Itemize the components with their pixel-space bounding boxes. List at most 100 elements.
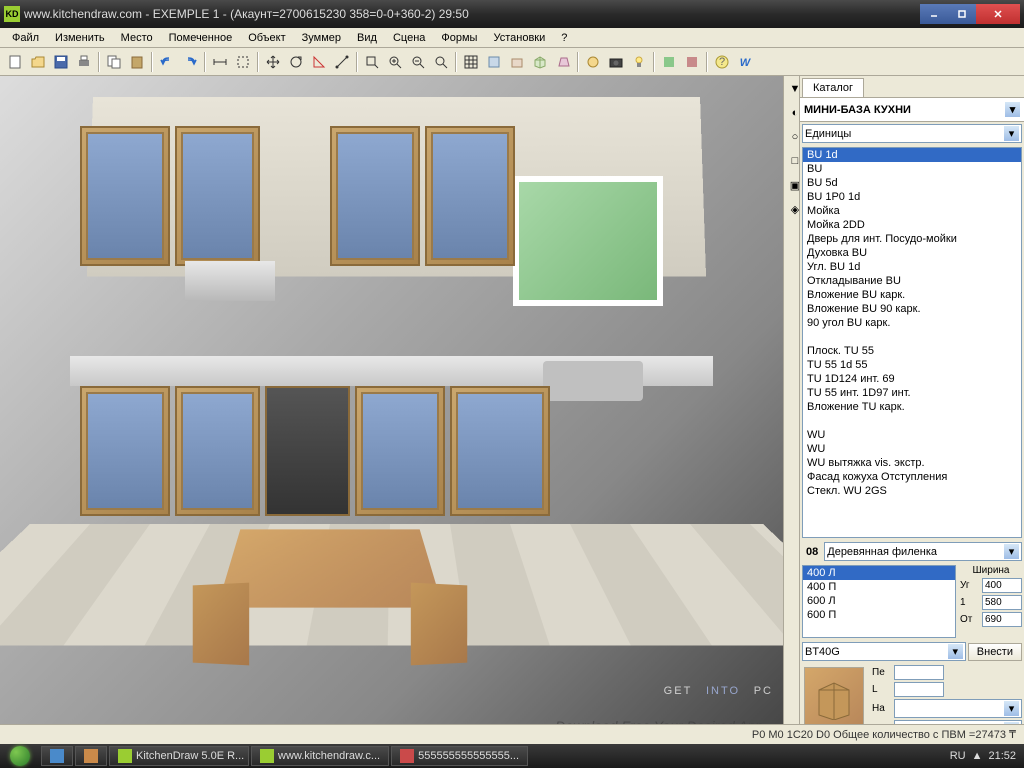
print-icon[interactable] (73, 51, 95, 73)
catalog-dropdown-icon[interactable]: ▾ (1005, 102, 1020, 117)
input-pe[interactable] (894, 665, 944, 680)
web-icon[interactable]: W (734, 51, 756, 73)
list-item[interactable]: WU (803, 428, 1021, 442)
minimize-button[interactable] (920, 4, 948, 24)
save-icon[interactable] (50, 51, 72, 73)
list-item[interactable]: Откладывание BU (803, 274, 1021, 288)
taskbar-item-3[interactable]: 555555555555555... (391, 746, 528, 766)
zoom-in-icon[interactable] (384, 51, 406, 73)
tray-icon[interactable]: ▲ (972, 750, 983, 762)
tray-time[interactable]: 21:52 (988, 750, 1016, 762)
grid-icon[interactable] (460, 51, 482, 73)
list-item[interactable] (803, 414, 1021, 428)
list-item[interactable]: 400 Л (803, 566, 955, 580)
menu-zoom[interactable]: Зуммер (294, 30, 349, 46)
menu-marked[interactable]: Помеченное (161, 30, 241, 46)
list-item[interactable]: 600 Л (803, 594, 955, 608)
list-item[interactable]: TU 1D124 инт. 69 (803, 372, 1021, 386)
camera-icon[interactable] (605, 51, 627, 73)
angle-icon[interactable] (308, 51, 330, 73)
quick-launch-1[interactable] (41, 746, 73, 766)
list-item[interactable]: Стекл. WU 2GS (803, 484, 1021, 498)
code-dropdown[interactable]: BT40G ▾ (802, 642, 966, 661)
list-item[interactable]: BU (803, 162, 1021, 176)
list-item[interactable]: Мойка 2DD (803, 218, 1021, 232)
plugin2-icon[interactable] (681, 51, 703, 73)
input-ug[interactable] (982, 578, 1022, 593)
start-button[interactable] (0, 744, 40, 768)
list-item[interactable]: Дверь для инт. Посудо-мойки (803, 232, 1021, 246)
menu-settings[interactable]: Установки (485, 30, 553, 46)
units-dropdown[interactable]: Единицы ▾ (802, 124, 1022, 143)
view-top-icon[interactable] (483, 51, 505, 73)
list-item[interactable]: Мойка (803, 204, 1021, 218)
menu-object[interactable]: Объект (240, 30, 293, 46)
list-item[interactable]: Плоск. TU 55 (803, 344, 1021, 358)
taskbar-item-2[interactable]: www.kitchendraw.c... (251, 746, 389, 766)
view-3d-icon[interactable] (529, 51, 551, 73)
input-l[interactable] (894, 682, 944, 697)
style-dropdown[interactable]: Деревянная филенка ▾ (824, 542, 1022, 561)
zoom-area-icon[interactable] (361, 51, 383, 73)
taskbar-item-1[interactable]: KitchenDraw 5.0E R... (109, 746, 249, 766)
menu-edit[interactable]: Изменить (47, 30, 113, 46)
list-item[interactable]: TU 55 1d 55 (803, 358, 1021, 372)
redo-icon[interactable] (179, 51, 201, 73)
list-item[interactable]: BU 1P0 1d (803, 190, 1021, 204)
input-1[interactable] (982, 595, 1022, 610)
sizes-listbox[interactable]: 400 Л400 П600 Л600 П (802, 565, 956, 638)
menu-place[interactable]: Место (113, 30, 161, 46)
menu-scene[interactable]: Сцена (385, 30, 433, 46)
list-item[interactable]: BU 5d (803, 176, 1021, 190)
list-item[interactable]: Вложение BU карк. (803, 288, 1021, 302)
zoom-fit-icon[interactable] (430, 51, 452, 73)
list-item[interactable]: BU 1d (803, 148, 1021, 162)
render-icon[interactable] (582, 51, 604, 73)
list-item[interactable]: 600 П (803, 608, 955, 622)
list-item[interactable]: Угл. BU 1d (803, 260, 1021, 274)
open-icon[interactable] (27, 51, 49, 73)
rotate-icon[interactable] (285, 51, 307, 73)
tab-catalog[interactable]: Каталог (802, 78, 864, 97)
3d-viewport[interactable]: GET INTO PC Download Free Your Desired A… (0, 76, 783, 744)
list-item[interactable]: WU вытяжка vis. экстр. (803, 456, 1021, 470)
chevron-down-icon[interactable]: ▾ (1004, 544, 1019, 559)
menu-view[interactable]: Вид (349, 30, 385, 46)
quick-launch-2[interactable] (75, 746, 107, 766)
menu-help[interactable]: ? (553, 30, 575, 46)
list-item[interactable]: Вложение BU 90 карк. (803, 302, 1021, 316)
list-item[interactable]: 90 угол BU карк. (803, 316, 1021, 330)
close-button[interactable] (976, 4, 1020, 24)
input-ot[interactable] (982, 612, 1022, 627)
menu-file[interactable]: Файл (4, 30, 47, 46)
crop-icon[interactable] (232, 51, 254, 73)
insert-button[interactable]: Внести (968, 643, 1022, 661)
items-listbox[interactable]: BU 1dBUBU 5dBU 1P0 1dМойкаМойка 2DDДверь… (802, 147, 1022, 538)
undo-icon[interactable] (156, 51, 178, 73)
chevron-down-icon[interactable]: ▾ (948, 644, 963, 659)
copy-icon[interactable] (103, 51, 125, 73)
menu-forms[interactable]: Формы (433, 30, 485, 46)
view-front-icon[interactable] (506, 51, 528, 73)
na-dropdown[interactable]: ▾ (894, 699, 1022, 718)
paste-icon[interactable] (126, 51, 148, 73)
help-icon[interactable]: ? (711, 51, 733, 73)
list-item[interactable]: Духовка BU (803, 246, 1021, 260)
list-item[interactable] (803, 330, 1021, 344)
zoom-out-icon[interactable] (407, 51, 429, 73)
maximize-button[interactable] (948, 4, 976, 24)
list-item[interactable]: Фасад кожуха Отступления (803, 470, 1021, 484)
tray-lang[interactable]: RU (950, 750, 966, 762)
chevron-down-icon[interactable]: ▾ (1004, 126, 1019, 141)
light-icon[interactable] (628, 51, 650, 73)
list-item[interactable]: WU (803, 442, 1021, 456)
measure-icon[interactable] (331, 51, 353, 73)
list-item[interactable]: TU 55 инт. 1D97 инт. (803, 386, 1021, 400)
dimension-icon[interactable] (209, 51, 231, 73)
view-persp-icon[interactable] (552, 51, 574, 73)
list-item[interactable]: Вложение TU карк. (803, 400, 1021, 414)
plugin1-icon[interactable] (658, 51, 680, 73)
new-icon[interactable] (4, 51, 26, 73)
move-icon[interactable] (262, 51, 284, 73)
list-item[interactable]: 400 П (803, 580, 955, 594)
